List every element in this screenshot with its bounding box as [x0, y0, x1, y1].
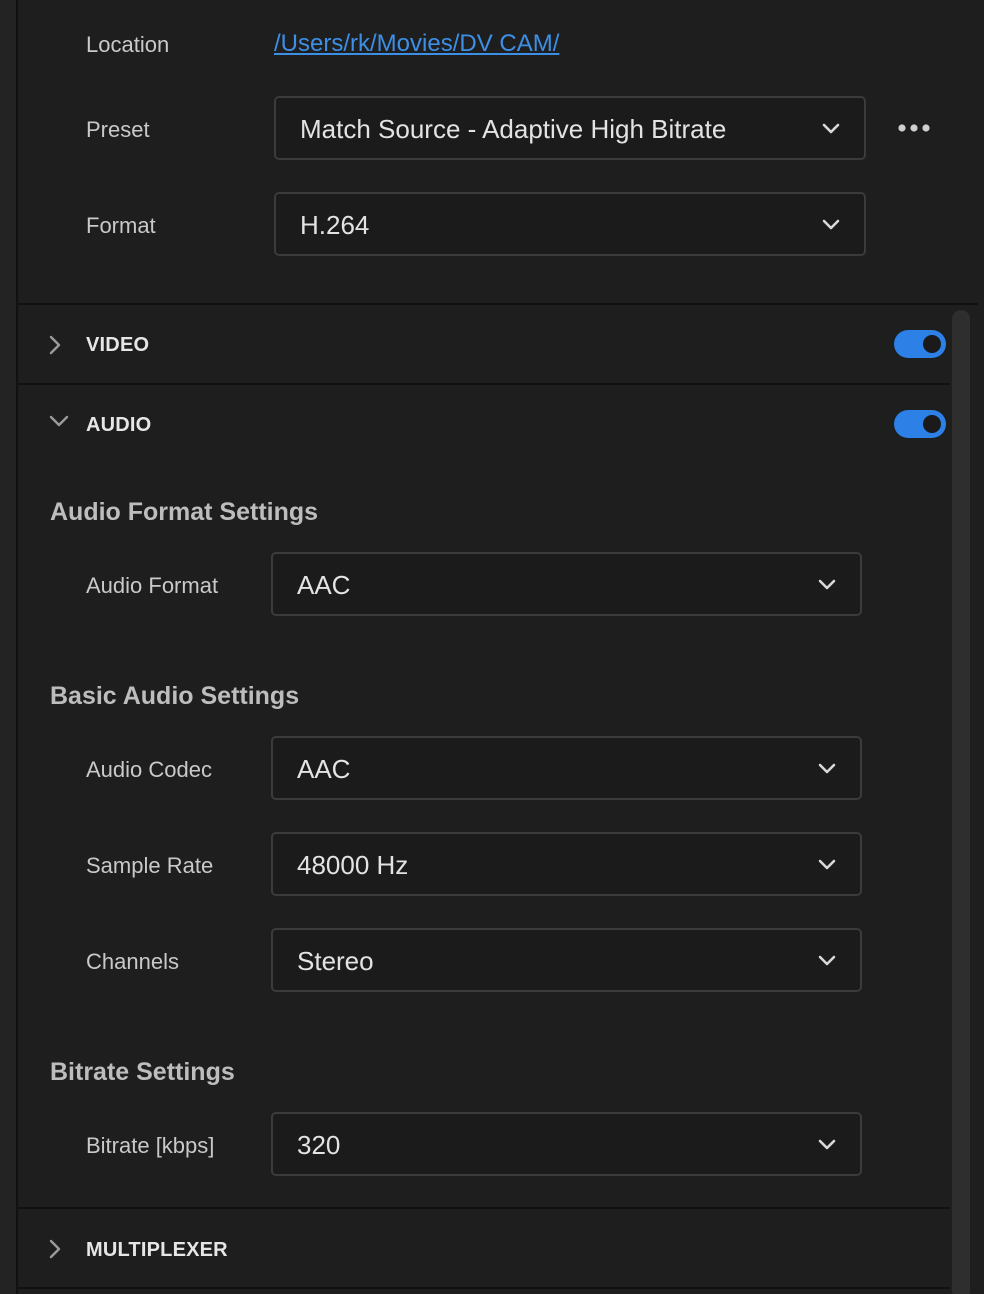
video-section-header[interactable]: VIDEO — [18, 306, 956, 384]
divider — [18, 1207, 956, 1209]
bitrate-value: 320 — [297, 1130, 341, 1160]
audio-format-value: AAC — [297, 570, 351, 600]
sample-rate-dropdown[interactable]: 48000 Hz — [271, 832, 862, 896]
left-rail — [0, 0, 18, 1294]
format-label: Format — [86, 213, 156, 238]
audio-section-title: AUDIO — [86, 414, 152, 436]
preset-label: Preset — [86, 117, 150, 142]
audio-format-dropdown[interactable]: AAC — [271, 552, 862, 616]
scrollbar-thumb[interactable] — [952, 310, 970, 1294]
channels-dropdown[interactable]: Stereo — [271, 928, 862, 992]
divider — [18, 303, 978, 305]
chevron-down-icon — [818, 955, 836, 966]
bitrate-label: Bitrate [kbps] — [86, 1133, 215, 1158]
preset-dropdown[interactable]: Match Source - Adaptive High Bitrate — [274, 96, 866, 160]
multiplexer-section-header[interactable]: MULTIPLEXER — [18, 1210, 956, 1288]
toggle-knob — [923, 415, 941, 433]
video-section-title: VIDEO — [86, 334, 150, 356]
channels-label: Channels — [86, 949, 179, 974]
audio-enable-toggle[interactable] — [894, 410, 946, 438]
chevron-down-icon — [818, 1139, 836, 1150]
export-settings-panel: Location /Users/rk/Movies/DV CAM/ Preset… — [0, 0, 984, 1294]
audio-codec-label: Audio Codec — [86, 757, 212, 782]
chevron-down-icon — [818, 859, 836, 870]
chevron-down-icon — [818, 763, 836, 774]
chevron-down-icon — [822, 123, 840, 134]
video-enable-toggle[interactable] — [894, 330, 946, 358]
chevron-right-icon[interactable] — [44, 334, 66, 356]
format-value: H.264 — [300, 210, 370, 240]
audio-format-settings-title: Audio Format Settings — [50, 498, 319, 526]
location-label: Location — [86, 32, 170, 57]
chevron-down-icon[interactable] — [48, 410, 70, 432]
preset-value: Match Source - Adaptive High Bitrate — [300, 114, 727, 144]
format-dropdown[interactable]: H.264 — [274, 192, 866, 256]
chevron-down-icon — [818, 579, 836, 590]
more-options-icon[interactable] — [894, 118, 934, 138]
audio-section-header[interactable]: AUDIO — [18, 386, 956, 464]
sample-rate-label: Sample Rate — [86, 853, 214, 878]
multiplexer-section-title: MULTIPLEXER — [86, 1239, 228, 1261]
audio-format-label: Audio Format — [86, 573, 219, 598]
channels-value: Stereo — [297, 946, 374, 976]
scrollbar-track[interactable] — [950, 306, 978, 1294]
bitrate-settings-title: Bitrate Settings — [50, 1058, 235, 1086]
sample-rate-value: 48000 Hz — [297, 850, 409, 880]
divider — [18, 1287, 956, 1289]
location-path-link[interactable]: /Users/rk/Movies/DV CAM/ — [274, 29, 559, 59]
bitrate-dropdown[interactable]: 320 — [271, 1112, 862, 1176]
audio-codec-value: AAC — [297, 754, 351, 784]
audio-codec-dropdown[interactable]: AAC — [271, 736, 862, 800]
divider — [18, 383, 956, 385]
toggle-knob — [923, 335, 941, 353]
basic-audio-settings-title: Basic Audio Settings — [50, 682, 300, 710]
chevron-right-icon[interactable] — [44, 1238, 66, 1260]
settings-panel: Location /Users/rk/Movies/DV CAM/ Preset… — [18, 0, 978, 1294]
chevron-down-icon — [822, 219, 840, 230]
